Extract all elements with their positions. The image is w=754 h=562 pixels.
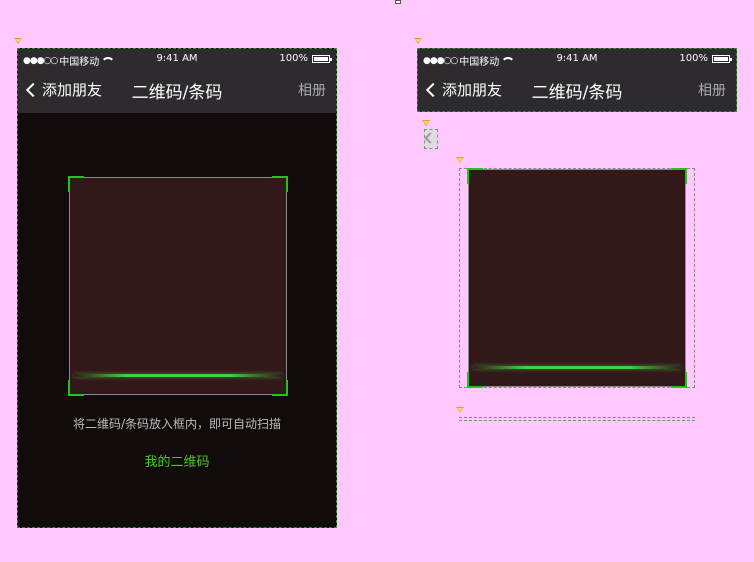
my-qr-code-link[interactable]: 我的二维码: [18, 451, 336, 470]
battery-icon: [312, 54, 332, 63]
anchor-marker-icon: [456, 157, 464, 163]
anchor-marker-icon: [456, 407, 464, 413]
scan-line: [473, 366, 681, 369]
corner-top-right: [671, 168, 687, 184]
scan-hint: 将二维码/条码放入框内，即可自动扫描: [72, 417, 282, 431]
chevron-left-icon: [424, 132, 436, 144]
scan-frame: [68, 176, 288, 396]
corner-top-right: [272, 176, 288, 192]
scan-frame-component: [467, 168, 687, 388]
corner-bottom-left: [68, 380, 84, 396]
page-title: 二维码/条码: [531, 83, 623, 103]
navigation-bar-component: ●●●○○ 中国移动 9:41 AM 100% 添加朋友 二维码/条码 相册: [417, 48, 737, 112]
corner-bottom-right: [272, 380, 288, 396]
status-bar: ●●●○○ 中国移动 9:41 AM 100%: [418, 49, 736, 69]
battery-icon: [712, 54, 732, 63]
status-bar: ●●●○○ 中国移动 9:41 AM 100%: [18, 49, 336, 69]
back-chevron-component: [424, 129, 438, 149]
anchor-marker-icon: [422, 120, 430, 126]
album-button[interactable]: 相册: [298, 80, 326, 100]
divider-line-component: [459, 417, 695, 421]
corner-top-left: [68, 176, 84, 192]
battery-percent: 100%: [679, 53, 708, 64]
anchor-marker-icon: [414, 38, 422, 44]
navigation-bar: ●●●○○ 中国移动 9:41 AM 100% 添加朋友 二维码/条码 相册: [18, 49, 336, 113]
corner-top-left: [467, 168, 483, 184]
battery-percent: 100%: [279, 53, 308, 64]
album-button[interactable]: 相册: [698, 80, 726, 100]
scan-line: [74, 374, 282, 377]
anchor-marker-icon: [14, 38, 22, 44]
phone-screen: ●●●○○ 中国移动 9:41 AM 100% 添加朋友 二维码/条码 相册 将…: [17, 48, 337, 528]
selection-handle: [395, 0, 401, 4]
corner-bottom-right: [671, 372, 687, 388]
corner-bottom-left: [467, 372, 483, 388]
page-title: 二维码/条码: [131, 83, 223, 103]
